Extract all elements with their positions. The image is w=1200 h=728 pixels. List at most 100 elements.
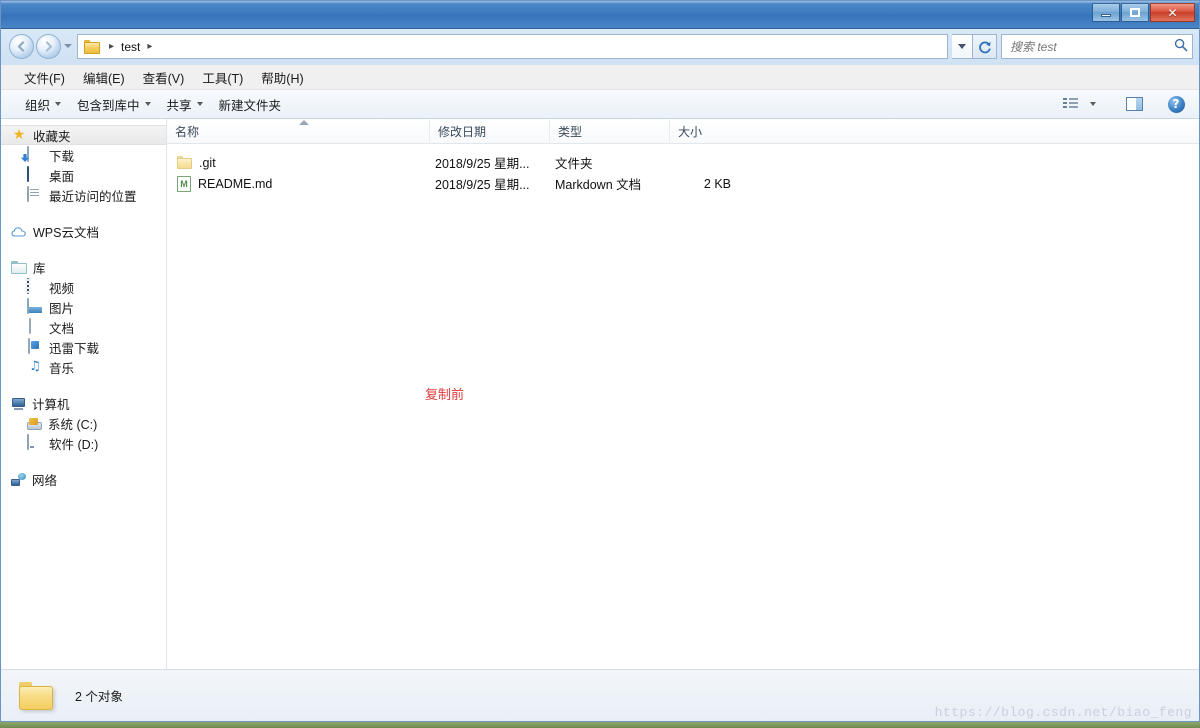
column-header-name[interactable]: 名称 bbox=[167, 119, 429, 144]
computer-icon bbox=[11, 398, 26, 410]
sidebar-item-pictures[interactable]: 图片 bbox=[1, 297, 166, 317]
window-controls: ✕ bbox=[1092, 3, 1195, 22]
toolbar-right-group: ? bbox=[1057, 93, 1199, 115]
address-bar[interactable]: ▸ test ▸ bbox=[77, 34, 948, 59]
search-input[interactable] bbox=[1006, 38, 1174, 55]
command-toolbar: 组织 包含到库中 共享 新建文件夹 ? bbox=[1, 90, 1199, 119]
sidebar-item-videos[interactable]: 视频 bbox=[1, 277, 166, 297]
sidebar-item-wps-cloud[interactable]: WPS云文档 bbox=[1, 221, 166, 241]
organize-label: 组织 bbox=[25, 98, 51, 113]
search-icon[interactable] bbox=[1174, 38, 1188, 56]
music-icon: ♫ bbox=[29, 359, 41, 374]
sidebar-label-documents: 文档 bbox=[49, 321, 75, 336]
column-header-type[interactable]: 类型 bbox=[549, 119, 669, 144]
network-icon bbox=[11, 473, 26, 486]
chevron-down-icon bbox=[958, 44, 966, 49]
back-button[interactable] bbox=[9, 34, 34, 59]
sidebar-label-music: 音乐 bbox=[49, 361, 75, 376]
file-name-label: .git bbox=[199, 155, 216, 170]
file-list-pane[interactable]: 名称 修改日期 类型 大小 .git 2018/9/25 星期... 文件夹 M… bbox=[167, 119, 1199, 669]
drive-icon bbox=[27, 434, 43, 451]
folder-icon bbox=[177, 156, 192, 169]
xunlei-download-icon bbox=[27, 338, 43, 355]
status-item-count: 2 个对象 bbox=[75, 690, 123, 704]
include-in-library-button[interactable]: 包含到库中 bbox=[69, 91, 159, 118]
sidebar-item-computer[interactable]: 计算机 bbox=[1, 393, 166, 413]
preview-pane-button[interactable] bbox=[1121, 93, 1147, 115]
help-button[interactable]: ? bbox=[1163, 93, 1189, 115]
sort-ascending-icon bbox=[299, 120, 309, 125]
table-row[interactable]: .git 2018/9/25 星期... 文件夹 bbox=[167, 152, 1199, 173]
menu-tools[interactable]: 工具(T) bbox=[193, 65, 252, 90]
title-bar: ✕ bbox=[1, 1, 1199, 29]
menu-file[interactable]: 文件(F) bbox=[15, 65, 74, 90]
refresh-icon bbox=[978, 41, 991, 53]
sidebar-item-libraries[interactable]: 库 bbox=[1, 257, 166, 277]
sidebar-item-drive-c[interactable]: 系统 (C:) bbox=[1, 413, 166, 433]
new-folder-button[interactable]: 新建文件夹 bbox=[211, 91, 290, 118]
change-view-dropdown[interactable] bbox=[1085, 93, 1101, 115]
table-row[interactable]: M README.md 2018/9/25 星期... Markdown 文档 … bbox=[167, 173, 1199, 194]
sidebar-label-desktop: 桌面 bbox=[49, 169, 75, 184]
navigation-bar: ▸ test ▸ bbox=[1, 29, 1199, 65]
column-label-size: 大小 bbox=[678, 125, 703, 139]
menu-edit[interactable]: 编辑(E) bbox=[74, 65, 134, 90]
file-date-cell: 2018/9/25 星期... bbox=[435, 157, 530, 171]
breadcrumb-item-test[interactable]: test bbox=[119, 40, 142, 54]
sidebar-item-desktop[interactable]: 桌面 bbox=[1, 165, 166, 185]
video-icon bbox=[27, 278, 43, 295]
chevron-down-icon bbox=[196, 102, 203, 106]
sidebar-item-documents[interactable]: 文档 bbox=[1, 317, 166, 337]
recent-pages-dropdown[interactable] bbox=[64, 44, 72, 48]
change-view-icon bbox=[1062, 98, 1078, 110]
sidebar-label-pictures: 图片 bbox=[49, 301, 75, 316]
minimize-button[interactable] bbox=[1092, 3, 1120, 22]
file-size-cell: 2 KB bbox=[703, 176, 731, 191]
preview-pane-icon bbox=[1125, 97, 1143, 111]
sidebar-item-favorites[interactable]: ★ 收藏夹 bbox=[1, 125, 166, 145]
change-view-button[interactable] bbox=[1057, 93, 1083, 115]
menu-help[interactable]: 帮助(H) bbox=[252, 65, 312, 90]
close-button[interactable]: ✕ bbox=[1150, 3, 1195, 22]
sidebar-label-videos: 视频 bbox=[49, 281, 75, 296]
refresh-button[interactable] bbox=[973, 34, 997, 59]
sidebar-label-drive-d: 软件 (D:) bbox=[49, 437, 99, 452]
sidebar-item-music[interactable]: ♫ 音乐 bbox=[1, 357, 166, 377]
sidebar-label-libraries: 库 bbox=[33, 261, 46, 276]
explorer-window: ✕ ▸ test ▸ 搜索 test 文件(F) 编辑(E) 查看(V) 工具(… bbox=[0, 0, 1200, 722]
sidebar-label-xunlei-download: 迅雷下载 bbox=[49, 341, 100, 356]
sidebar-item-network[interactable]: 网络 bbox=[1, 469, 166, 489]
sidebar-item-recent-places[interactable]: 最近访问的位置 bbox=[1, 185, 166, 205]
search-box[interactable] bbox=[1001, 34, 1193, 59]
column-header-date[interactable]: 修改日期 bbox=[429, 119, 549, 144]
watermark-text: https://blog.csdn.net/biao_feng bbox=[934, 705, 1192, 720]
help-icon: ? bbox=[1167, 95, 1185, 113]
organize-button[interactable]: 组织 bbox=[17, 91, 69, 118]
system-drive-icon bbox=[27, 418, 42, 430]
star-icon: ★ bbox=[12, 127, 26, 143]
sidebar-item-drive-d[interactable]: 软件 (D:) bbox=[1, 433, 166, 453]
sidebar-label-recent-places: 最近访问的位置 bbox=[49, 189, 137, 204]
address-dropdown-button[interactable] bbox=[952, 34, 973, 59]
breadcrumb-separator-end[interactable]: ▸ bbox=[142, 41, 157, 52]
chevron-down-icon bbox=[1090, 102, 1096, 106]
file-type-cell: 文件夹 bbox=[555, 157, 593, 171]
share-with-button[interactable]: 共享 bbox=[159, 91, 211, 118]
desktop-background-strip bbox=[0, 722, 1200, 728]
breadcrumb-separator[interactable]: ▸ bbox=[104, 41, 119, 52]
file-name-cell: M README.md bbox=[177, 175, 272, 192]
folder-icon bbox=[19, 681, 53, 710]
sidebar-item-downloads[interactable]: 下载 bbox=[1, 145, 166, 165]
column-header-size[interactable]: 大小 bbox=[669, 119, 752, 144]
annotation-text: 复制前 bbox=[425, 387, 465, 402]
menu-view[interactable]: 查看(V) bbox=[134, 65, 194, 90]
navigation-pane[interactable]: ★ 收藏夹 下载 桌面 最近访问的位置 WPS云文档 库 视频 图片 文档 迅雷… bbox=[1, 119, 167, 669]
file-type-cell: Markdown 文档 bbox=[555, 178, 642, 192]
sidebar-label-downloads: 下载 bbox=[49, 149, 75, 164]
maximize-button[interactable] bbox=[1121, 3, 1149, 22]
forward-button[interactable] bbox=[36, 34, 61, 59]
sidebar-item-xunlei-download[interactable]: 迅雷下载 bbox=[1, 337, 166, 357]
